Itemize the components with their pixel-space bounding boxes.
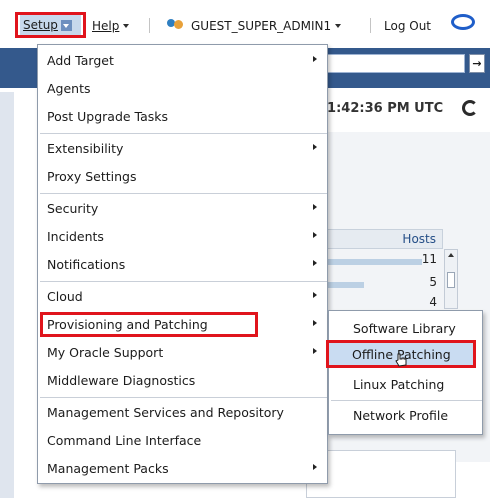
menu-item-proxy-settings[interactable]: Proxy Settings	[38, 162, 327, 190]
setup-menu-button[interactable]: Setup	[15, 12, 86, 38]
chevron-down-icon	[60, 19, 72, 31]
menu-item-my-oracle-support[interactable]: My Oracle Support	[38, 338, 327, 366]
submenu-item-network-profile[interactable]: Network Profile	[329, 401, 482, 429]
hosts-value: 4	[429, 295, 437, 309]
help-label: Help	[92, 19, 120, 33]
hosts-value: 5	[429, 275, 437, 289]
menu-item-label: Add Target	[47, 52, 114, 68]
chevron-right-icon	[313, 144, 317, 150]
menu-item-label: Incidents	[47, 228, 104, 244]
menu-item-management-services[interactable]: Management Services and Repository	[38, 398, 327, 426]
menu-item-label: Extensibility	[47, 140, 124, 156]
menu-item-command-line-interface[interactable]: Command Line Interface	[38, 426, 327, 454]
top-menu-bar: Setup Help GUEST_SUPER_ADMIN1 Log Out	[0, 0, 490, 42]
chevron-down-icon	[123, 24, 130, 28]
submenu-item-linux-patching[interactable]: Linux Patching	[329, 370, 482, 398]
submenu-item-label: Software Library	[353, 320, 456, 336]
setup-dropdown-menu: Add Target Agents Post Upgrade Tasks Ext…	[37, 44, 328, 484]
divider	[370, 18, 371, 33]
provisioning-submenu: Software Library Linux Patching Network …	[328, 310, 483, 435]
menu-item-notifications[interactable]: Notifications	[38, 250, 327, 278]
menu-item-label: Cloud	[47, 288, 83, 304]
hosts-column-header[interactable]: Hosts	[318, 229, 443, 249]
bottom-panel	[306, 450, 456, 498]
menu-item-incidents[interactable]: Incidents	[38, 222, 327, 250]
go-arrow-button[interactable]: →	[469, 54, 485, 73]
menu-item-label: My Oracle Support	[47, 344, 164, 360]
menu-item-label: Notifications	[47, 256, 126, 272]
chevron-right-icon	[313, 320, 317, 326]
chevron-right-icon	[313, 260, 317, 266]
chevron-right-icon	[313, 292, 317, 298]
menu-item-middleware-diagnostics[interactable]: Middleware Diagnostics	[38, 366, 327, 394]
menu-item-label: Management Packs	[47, 460, 169, 476]
help-menu-button[interactable]: Help	[92, 16, 130, 36]
highlight-box	[40, 312, 258, 337]
menu-item-post-upgrade-tasks[interactable]: Post Upgrade Tasks	[38, 102, 327, 130]
menu-item-label: Management Services and Repository	[47, 404, 284, 420]
menu-item-security[interactable]: Security	[38, 194, 327, 222]
submenu-item-software-library[interactable]: Software Library	[329, 314, 482, 342]
menu-item-label: Command Line Interface	[47, 432, 202, 448]
chevron-right-icon	[313, 232, 317, 238]
menu-item-label: Proxy Settings	[47, 168, 137, 184]
chevron-right-icon	[313, 464, 317, 470]
menu-item-agents[interactable]: Agents	[38, 74, 327, 102]
chevron-right-icon	[313, 56, 317, 62]
menu-item-label: Agents	[47, 80, 91, 96]
menu-item-label: Middleware Diagnostics	[47, 372, 196, 388]
setup-label: Setup	[23, 18, 58, 32]
oracle-logo-icon	[451, 14, 475, 30]
divider	[149, 18, 150, 33]
scroll-thumb[interactable]	[447, 272, 455, 288]
refresh-time: 11:42:36 PM UTC	[318, 101, 444, 116]
chevron-right-icon	[313, 204, 317, 210]
user-label: GUEST_SUPER_ADMIN1	[191, 19, 332, 33]
menu-item-label: Post Upgrade Tasks	[47, 108, 169, 124]
search-input[interactable]	[318, 54, 465, 73]
table-scrollbar[interactable]	[444, 249, 458, 309]
user-group-icon	[166, 19, 186, 33]
menu-item-add-target[interactable]: Add Target	[38, 46, 327, 74]
logout-link[interactable]: Log Out	[384, 16, 431, 36]
chevron-down-icon	[335, 24, 342, 28]
user-menu-button[interactable]: GUEST_SUPER_ADMIN1	[166, 16, 342, 36]
submenu-item-label: Network Profile	[353, 407, 449, 423]
menu-item-management-packs[interactable]: Management Packs	[38, 454, 327, 482]
hosts-value: 11	[421, 252, 437, 266]
refresh-icon[interactable]	[462, 100, 478, 116]
menu-item-extensibility[interactable]: Extensibility	[38, 134, 327, 162]
hand-cursor-icon	[395, 353, 407, 367]
chevron-right-icon	[313, 348, 317, 354]
menu-item-cloud[interactable]: Cloud	[38, 282, 327, 310]
menu-item-label: Security	[47, 200, 99, 216]
left-panel-edge	[0, 92, 14, 498]
scroll-up-icon[interactable]	[448, 253, 454, 257]
submenu-item-label: Linux Patching	[353, 376, 445, 392]
